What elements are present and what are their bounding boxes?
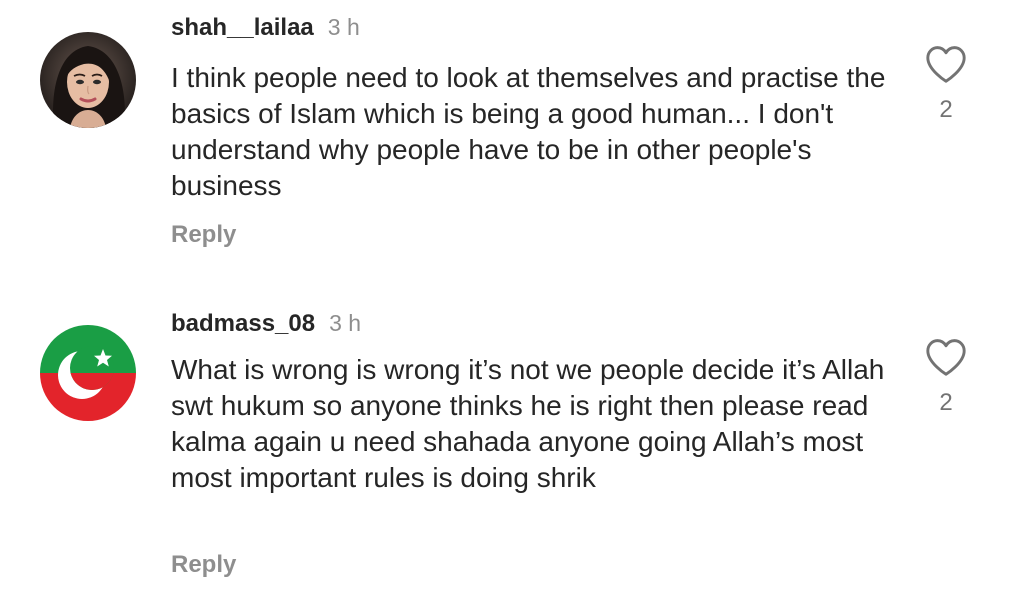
comment-meta: badmass_08 3 h (171, 310, 361, 340)
comment-text: I think people need to look at themselve… (171, 62, 886, 201)
reply-button[interactable]: Reply (171, 221, 236, 249)
heart-outline-icon[interactable] (924, 337, 968, 377)
like-control: 2 (918, 337, 974, 417)
like-count: 2 (939, 389, 953, 416)
comment-text: What is wrong is wrong it’s not we peopl… (171, 354, 885, 493)
heart-outline-icon[interactable] (924, 44, 968, 84)
comment-item: shah__lailaa 3 h I think people need to … (0, 0, 1024, 280)
avatar[interactable] (40, 325, 136, 421)
like-count: 2 (939, 96, 953, 123)
timestamp: 3 h (327, 14, 360, 40)
username[interactable]: shah__lailaa (171, 14, 314, 42)
comment-meta: shah__lailaa 3 h (171, 14, 360, 44)
username[interactable]: badmass_08 (171, 310, 315, 338)
flag-crescent-star-icon (40, 325, 136, 421)
like-control: 2 (918, 44, 974, 124)
timestamp: 3 h (329, 310, 362, 336)
profile-photo-icon (40, 32, 136, 128)
avatar[interactable] (40, 32, 136, 128)
reply-button[interactable]: Reply (171, 551, 236, 579)
comment-item: badmass_08 3 h What is wrong is wrong it… (0, 295, 1024, 612)
